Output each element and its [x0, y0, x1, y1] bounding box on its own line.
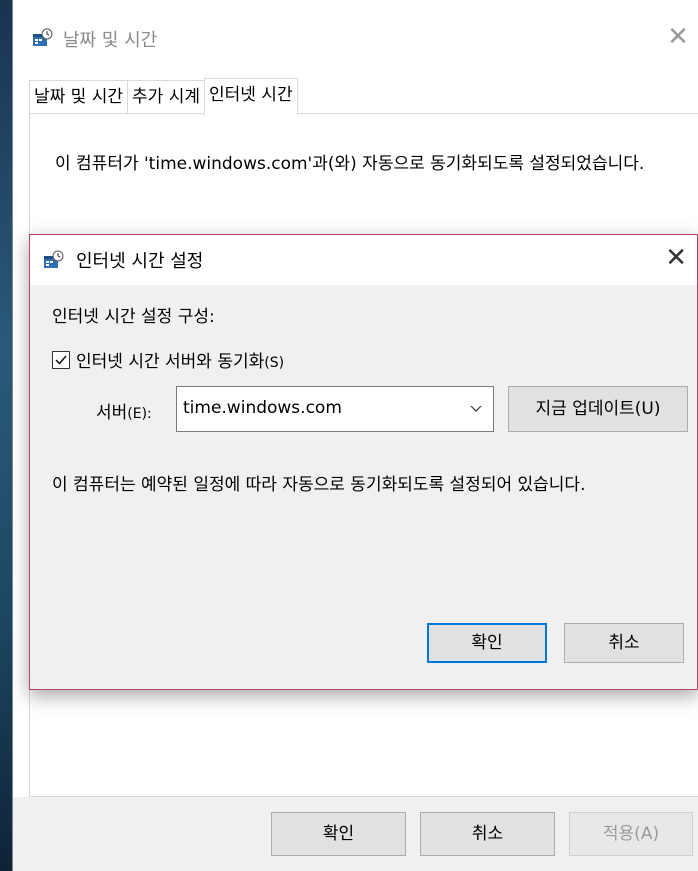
- tab-strip: 날짜 및 시간 추가 시계 인터넷 시간: [29, 78, 298, 115]
- desktop-background: [0, 0, 12, 871]
- checkmark-icon: [55, 355, 67, 365]
- ok-button[interactable]: 확인: [271, 812, 406, 856]
- internet-time-settings-dialog: 인터넷 시간 설정 ✕ 인터넷 시간 설정 구성: 인터넷 시간 서버와 동기화…: [29, 234, 698, 690]
- date-time-icon: [44, 250, 64, 268]
- server-combobox[interactable]: time.windows.com: [176, 386, 494, 432]
- window-title: 날짜 및 시간: [63, 30, 158, 51]
- dialog-ok-button[interactable]: 확인: [427, 623, 547, 663]
- window-close-icon[interactable]: ✕: [665, 24, 691, 50]
- cancel-button[interactable]: 취소: [420, 812, 555, 856]
- window-titlebar[interactable]: 날짜 및 시간 ✕: [13, 0, 698, 76]
- sync-checkbox[interactable]: [52, 350, 70, 369]
- dialog-titlebar[interactable]: 인터넷 시간 설정 ✕: [30, 235, 697, 285]
- tab-date-time[interactable]: 날짜 및 시간: [29, 80, 129, 114]
- dialog-title: 인터넷 시간 설정: [76, 251, 204, 272]
- tab-additional-clocks[interactable]: 추가 시계: [127, 80, 205, 114]
- apply-button[interactable]: 적용(A): [569, 812, 693, 856]
- config-label: 인터넷 시간 설정 구성:: [52, 307, 215, 327]
- window-footer: 확인 취소 적용(A): [13, 797, 698, 871]
- server-label: 서버(E):: [96, 403, 152, 423]
- sync-checkbox-row[interactable]: 인터넷 시간 서버와 동기화(S): [52, 347, 284, 372]
- update-now-button[interactable]: 지금 업데이트(U): [508, 386, 688, 432]
- server-value: time.windows.com: [183, 398, 342, 418]
- dialog-close-icon[interactable]: ✕: [665, 245, 687, 271]
- chevron-down-icon[interactable]: [469, 401, 483, 415]
- tab-internet-time[interactable]: 인터넷 시간: [203, 78, 298, 115]
- sync-checkbox-label: 인터넷 시간 서버와 동기화(S): [76, 352, 285, 372]
- date-time-icon: [33, 28, 53, 46]
- schedule-info-text: 이 컴퓨터는 예약된 일정에 따라 자동으로 동기화되도록 설정되어 있습니다.: [52, 475, 586, 495]
- dialog-cancel-button[interactable]: 취소: [564, 623, 684, 663]
- sync-status-text: 이 컴퓨터가 'time.windows.com'과(와) 자동으로 동기화되도…: [55, 154, 645, 174]
